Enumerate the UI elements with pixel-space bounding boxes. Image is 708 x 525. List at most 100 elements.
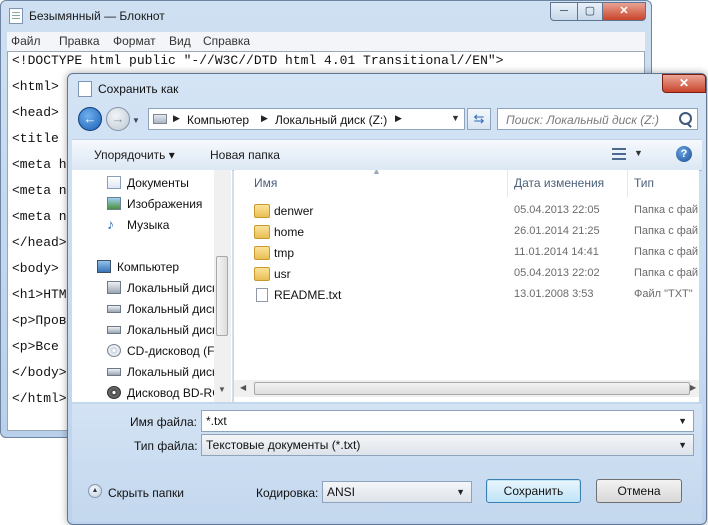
menu-file[interactable]: Файл <box>11 34 41 48</box>
file-type: Папка с фай <box>634 246 699 258</box>
nav-label: Локальный диск <box>127 323 218 337</box>
dialog-title: Сохранить как <box>98 82 179 96</box>
chevron-down-icon[interactable]: ▼ <box>678 416 687 426</box>
file-date: 26.01.2014 21:25 <box>514 225 600 237</box>
forward-button[interactable]: → <box>106 107 130 131</box>
file-type: Папка с фай <box>634 204 699 216</box>
file-type: Файл "TXT" <box>634 288 693 300</box>
nav-label: Дисковод BD-RC <box>127 386 221 400</box>
nav-label: Локальный диск <box>127 365 218 379</box>
code-line: <body> <box>12 261 59 276</box>
refresh-button[interactable]: ⇆ <box>467 108 491 130</box>
search-placeholder: Поиск: Локальный диск (Z:) <box>506 113 659 127</box>
file-list-scrollbar-thumb[interactable] <box>254 382 690 395</box>
file-date: 05.04.2013 22:02 <box>514 267 600 279</box>
file-name: home <box>274 225 305 239</box>
file-row[interactable]: usr 05.04.2013 22:02 Папка с фай <box>234 264 699 285</box>
breadcrumb-drive[interactable]: Локальный диск (Z:) <box>275 113 387 127</box>
code-line: <meta n <box>12 209 67 224</box>
hide-folders-link[interactable]: Скрыть папки <box>108 486 184 500</box>
notepad-icon <box>9 8 23 24</box>
menu-view[interactable]: Вид <box>169 34 191 48</box>
file-list: ▲ Имя Дата изменения Тип denwer 05.04.20… <box>234 170 699 402</box>
recent-locations-dropdown[interactable]: ▼ <box>132 116 140 125</box>
breadcrumb-computer[interactable]: Компьютер <box>187 113 249 127</box>
notepad-title: Безымянный — Блокнот <box>29 9 165 23</box>
scroll-right-icon[interactable]: ▶ <box>690 383 696 392</box>
file-row[interactable]: README.txt 13.01.2008 3:53 Файл "TXT" <box>234 285 699 306</box>
breadcrumb-separator[interactable]: ▶ <box>173 113 180 124</box>
code-line: <meta n <box>12 183 67 198</box>
filename-input[interactable]: *.txt ▼ <box>201 410 694 432</box>
view-options-icon[interactable] <box>612 148 626 160</box>
folder-icon <box>254 267 270 281</box>
encoding-value: ANSI <box>327 485 356 499</box>
code-line: <title <box>12 131 59 146</box>
encoding-select[interactable]: ANSI ▼ <box>322 481 472 503</box>
code-line: </html> <box>12 391 67 406</box>
file-name: denwer <box>274 204 314 218</box>
encoding-label: Кодировка: <box>256 486 319 500</box>
address-dropdown[interactable]: ▼ <box>451 113 460 123</box>
file-date: 13.01.2008 3:53 <box>514 288 594 300</box>
code-line: <p>Все <box>12 339 59 354</box>
organize-button[interactable]: Упорядочить ▾ <box>94 148 175 162</box>
nav-label: Компьютер <box>117 260 180 274</box>
column-header-type[interactable]: Тип <box>634 176 654 190</box>
column-header-date[interactable]: Дата изменения <box>514 176 604 190</box>
menu-format[interactable]: Формат <box>113 34 156 48</box>
computer-icon <box>97 260 111 273</box>
menu-help[interactable]: Справка <box>203 34 250 48</box>
code-line: <meta h <box>12 157 67 172</box>
text-file-icon <box>256 288 268 302</box>
folder-icon <box>254 246 270 260</box>
column-header-name[interactable]: Имя <box>254 176 277 190</box>
dialog-close-button[interactable]: ✕ <box>662 74 706 93</box>
code-line: </body> <box>12 365 67 380</box>
close-button[interactable]: ✕ <box>602 2 646 21</box>
help-icon[interactable]: ? <box>676 146 692 162</box>
command-bar: Упорядочить ▾ Новая папка ▼ ? <box>72 139 702 171</box>
search-input[interactable]: Поиск: Локальный диск (Z:) <box>497 108 698 130</box>
new-folder-button[interactable]: Новая папка <box>210 148 280 162</box>
filetype-label: Тип файла: <box>134 439 198 453</box>
file-row[interactable]: tmp 11.01.2014 14:41 Папка с фай <box>234 243 699 264</box>
music-icon: ♪ <box>107 216 114 232</box>
drive-icon <box>107 305 121 313</box>
nav-label: Документы <box>127 176 189 190</box>
scroll-down-icon[interactable]: ▼ <box>218 385 226 394</box>
folder-icon <box>254 204 270 218</box>
folder-icon <box>254 225 270 239</box>
navigation-pane: Документы Изображения ♪ Музыка Компьютер… <box>72 170 233 402</box>
address-bar[interactable]: ▶ Компьютер ▶ Локальный диск (Z:) ▶ ▼ <box>148 108 465 130</box>
file-name: usr <box>274 267 291 281</box>
cancel-button[interactable]: Отмена <box>596 479 682 503</box>
code-line: <p>Пров <box>12 313 67 328</box>
breadcrumb-separator[interactable]: ▶ <box>261 113 268 124</box>
view-dropdown[interactable]: ▼ <box>634 148 643 158</box>
navigation-scrollbar-thumb[interactable] <box>216 256 228 336</box>
code-line: </head> <box>12 235 67 250</box>
file-date: 11.01.2014 14:41 <box>514 246 599 258</box>
breadcrumb-separator[interactable]: ▶ <box>395 113 402 124</box>
chevron-down-icon[interactable]: ▼ <box>456 487 465 497</box>
code-line: <h1>HTM <box>12 287 67 302</box>
back-button[interactable]: ← <box>78 107 102 131</box>
menu-bar: Файл Правка Формат Вид Справка <box>7 32 645 51</box>
collapse-icon[interactable]: ▲ <box>88 484 102 498</box>
file-row[interactable]: denwer 05.04.2013 22:05 Папка с фай <box>234 201 699 222</box>
filetype-select[interactable]: Текстовые документы (*.txt) ▼ <box>201 434 694 456</box>
minimize-button[interactable]: ─ <box>550 2 578 21</box>
menu-edit[interactable]: Правка <box>59 34 100 48</box>
column-divider[interactable] <box>627 170 628 197</box>
drive-icon <box>107 326 121 334</box>
save-as-dialog: Сохранить как ✕ ← → ▼ ▶ Компьютер ▶ Лока… <box>67 73 707 525</box>
file-row[interactable]: home 26.01.2014 21:25 Папка с фай <box>234 222 699 243</box>
column-divider[interactable] <box>507 170 508 197</box>
pictures-icon <box>107 197 121 210</box>
save-button[interactable]: Сохранить <box>486 479 581 503</box>
search-icon[interactable] <box>679 112 692 125</box>
scroll-left-icon[interactable]: ◀ <box>240 383 246 392</box>
maximize-button[interactable]: ▢ <box>577 2 603 21</box>
chevron-down-icon[interactable]: ▼ <box>678 440 687 450</box>
